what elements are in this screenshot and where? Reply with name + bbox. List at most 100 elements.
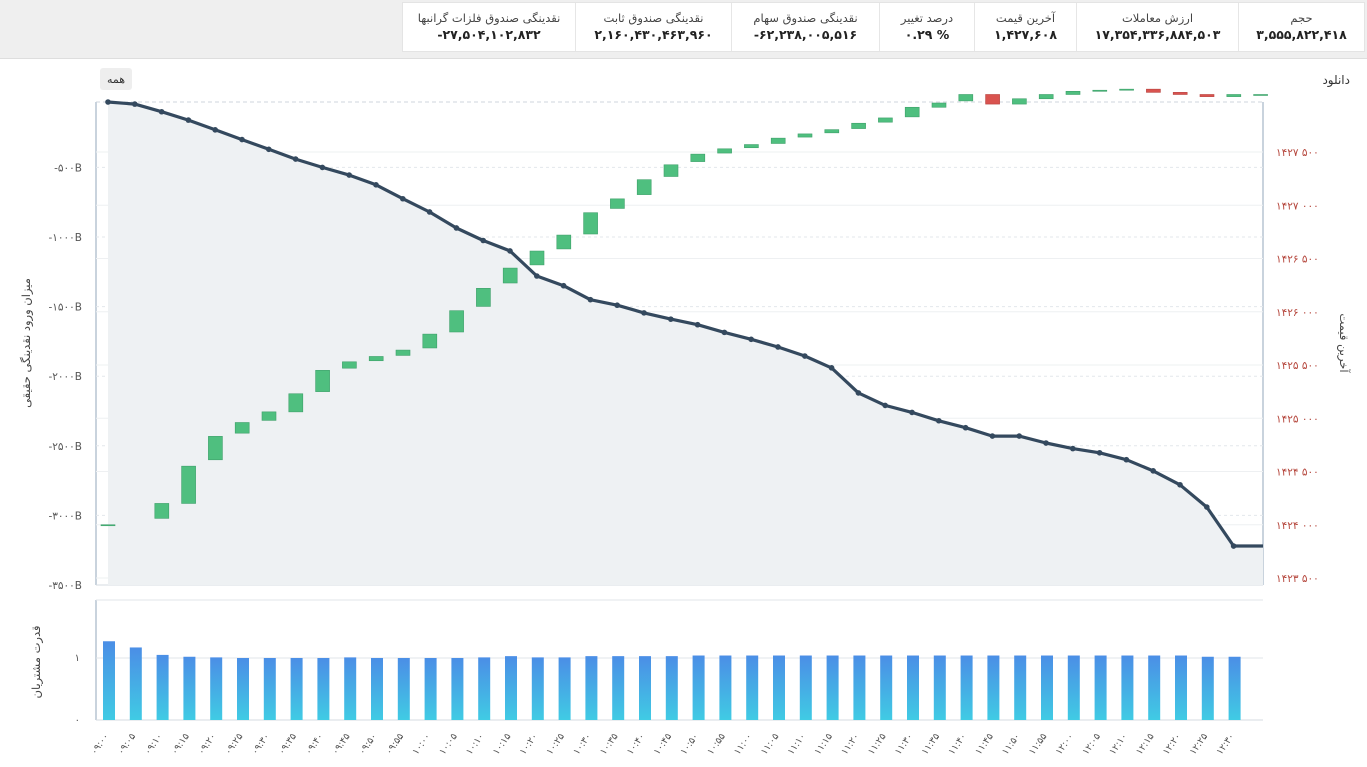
buyer-power-bar — [1228, 656, 1241, 720]
right-tick-label: ۱۴۲۴ ۰۰۰ — [1276, 520, 1319, 532]
left-tick-label: -۳۵۰۰B — [48, 580, 82, 592]
liquidity-point — [828, 365, 835, 371]
buyer-power-bar — [451, 658, 464, 720]
liquidity-point — [855, 390, 862, 396]
buyer-power-bar — [424, 658, 437, 720]
price-candle — [985, 94, 1000, 105]
price-candle — [1226, 94, 1242, 97]
x-tick-label: ۱۱:۱۵ — [812, 731, 835, 757]
buyer-power-bar — [129, 647, 142, 720]
buyer-power-bar — [880, 655, 893, 720]
x-tick-label: ۱۱:۳۰ — [893, 731, 916, 757]
price-candle — [958, 94, 974, 102]
x-tick-label: ۱۰:۵۰ — [678, 731, 701, 757]
x-tick-label: ۱۱:۲۵ — [866, 731, 889, 757]
buyer-power-bar — [1201, 656, 1214, 720]
liquidity-area-fill — [108, 102, 1263, 585]
price-candle — [288, 393, 304, 413]
price-candle — [1199, 94, 1215, 97]
liquidity-point — [453, 225, 460, 231]
price-candle — [395, 349, 411, 356]
buyer-power-bar — [826, 655, 839, 720]
x-tick-label: ۰۹:۰۰ — [89, 731, 112, 757]
buyer-power-bar — [585, 656, 598, 720]
price-candle — [1038, 94, 1054, 100]
price-candle — [1065, 90, 1081, 95]
buyer-power-bar — [371, 658, 383, 720]
buyer-power-bar — [1014, 655, 1027, 720]
liquidity-point — [962, 424, 969, 431]
x-tick-label: ۱۱:۵۰ — [1000, 731, 1023, 757]
liquidity-point — [239, 136, 245, 143]
liquidity-point — [1230, 543, 1237, 549]
buyer-power-bar — [933, 655, 946, 720]
price-candle — [422, 333, 438, 349]
right-tick-label: ۱۴۲۶ ۵۰۰ — [1276, 254, 1319, 266]
price-candle — [744, 144, 759, 149]
price-candle — [824, 129, 840, 134]
buyer-power-bar — [1175, 655, 1187, 720]
x-tick-label: ۱۰:۱۵ — [491, 731, 514, 757]
buyer-power-bar — [558, 657, 571, 720]
price-candle — [878, 117, 893, 123]
x-tick-label: ۰۹:۴۰ — [303, 731, 326, 757]
x-tick-label: ۰۹:۱۰ — [142, 731, 165, 757]
left-tick-label: -۵۰۰B — [54, 162, 82, 174]
buyer-power-bar — [531, 657, 544, 720]
buyer-power-bar — [344, 657, 357, 720]
buyer-power-bar — [719, 655, 732, 720]
buyer-power-bar — [505, 656, 517, 720]
x-tick-label: ۱۱:۰۵ — [759, 731, 782, 757]
price-candle — [610, 198, 625, 209]
x-tick-label: ۱۰:۲۵ — [544, 731, 567, 757]
left-tick-label: -۲۰۰۰B — [48, 371, 82, 383]
price-candle — [1012, 98, 1027, 105]
x-tick-label: ۰۹:۱۵ — [169, 731, 192, 757]
buyer-power-bar — [907, 655, 919, 720]
buyer-power-bar — [665, 656, 678, 720]
buyer-power-bar — [692, 655, 705, 720]
x-tick-label: ۱۱:۱۰ — [786, 731, 809, 757]
liquidity-point — [882, 402, 888, 409]
x-tick-label: ۱۲:۰۰ — [1054, 731, 1077, 757]
liquidity-point — [614, 302, 620, 309]
price-candle — [904, 106, 920, 118]
left-tick-label: -۲۵۰۰B — [48, 441, 82, 453]
bar-tick-label: ۱ — [75, 653, 80, 664]
price-candle — [1119, 88, 1134, 91]
bar-axis-title: قدرت مشتریان — [29, 626, 44, 699]
price-candle — [931, 102, 947, 108]
buyer-power-bar — [397, 658, 410, 720]
buyer-power-bar — [773, 655, 785, 720]
right-tick-label: ۱۴۲۷ ۵۰۰ — [1276, 147, 1319, 159]
price-candle — [690, 153, 706, 162]
price-candle — [315, 370, 330, 392]
buyer-power-bar — [263, 658, 276, 720]
x-tick-label: ۱۱:۴۵ — [973, 731, 996, 757]
x-tick-label: ۱۰:۳۰ — [571, 731, 594, 757]
buyer-power-bar — [1148, 655, 1161, 720]
price-candle — [583, 212, 598, 235]
price-candle — [1146, 88, 1161, 93]
chart-area: -۵۰۰B -۱۰۰۰B -۱۵۰۰B -۲۰۰۰B -۲۵۰۰B -۳۰۰۰B -۳۵۰۰… — [19, 88, 1351, 757]
liquidity-point — [319, 164, 326, 171]
buyer-power-bar — [1041, 655, 1053, 720]
price-candle — [342, 361, 357, 369]
liquidity-point — [105, 99, 111, 105]
x-tick-label: ۱۲:۳۰ — [1214, 731, 1237, 757]
buyer-power-bar — [746, 655, 759, 720]
liquidity-point — [346, 172, 353, 178]
x-tick-label: ۰۹:۵۵ — [384, 731, 407, 757]
price-candle — [368, 356, 384, 362]
x-tick-label: ۰۹:۳۵ — [276, 731, 299, 757]
price-candle — [636, 179, 652, 195]
buyer-power-bar — [960, 655, 973, 720]
download-button[interactable]: دانلود — [1322, 73, 1350, 87]
zoom-all-button[interactable]: همه — [100, 68, 132, 90]
liquidity-point — [989, 433, 996, 439]
x-tick-label: ۱۱:۰۰ — [732, 731, 755, 757]
buyer-power-bar — [1094, 655, 1107, 720]
liquidity-point — [507, 248, 513, 254]
liquidity-point — [480, 237, 487, 244]
liquidity-point — [426, 209, 433, 215]
